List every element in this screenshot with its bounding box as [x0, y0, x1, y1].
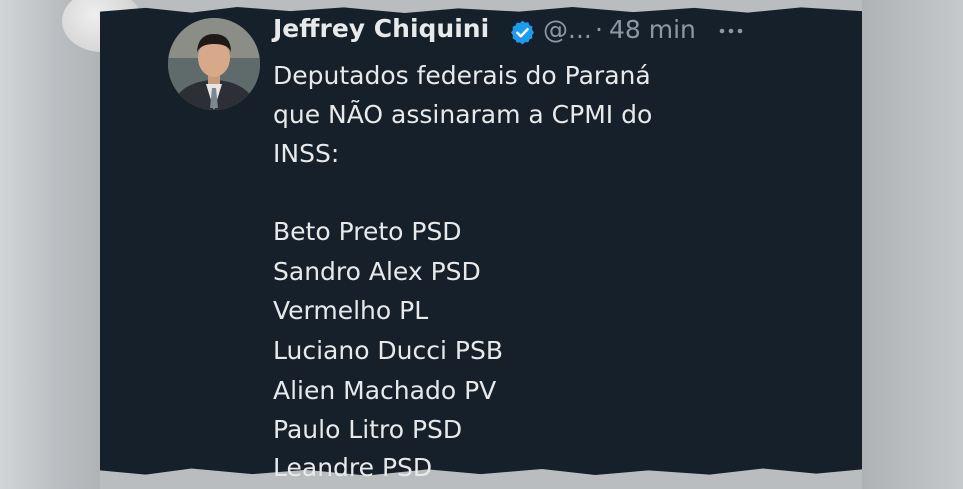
author-name[interactable]: Jeffrey Chiquini	[273, 14, 489, 43]
tweet-text-line: Vermelho PL	[273, 296, 429, 325]
tweet-timestamp[interactable]: 48 min	[609, 15, 696, 44]
verified-badge-icon	[511, 20, 534, 45]
author-avatar[interactable]	[168, 18, 260, 110]
tweet-text-line: INSS:	[273, 139, 340, 168]
tweet-text-line: Luciano Ducci PSB	[273, 336, 504, 365]
tweet-text-line: que NÃO assinaram a CPMI do	[273, 100, 653, 129]
author-handle[interactable]: @...	[543, 15, 592, 44]
tweet-text-line: Paulo Litro PSD	[273, 415, 463, 444]
tweet-text-line: Beto Preto PSD	[273, 217, 462, 246]
tweet-text-line: Sandro Alex PSD	[273, 257, 481, 286]
more-options-icon[interactable]	[718, 24, 744, 38]
tweet-text-line: Alien Machado PV	[273, 376, 497, 405]
tweet-text-line: Leandre PSD	[273, 453, 433, 482]
background-left	[0, 0, 100, 489]
meta-separator: ·	[595, 15, 603, 44]
avatar-image	[168, 18, 260, 110]
background-right	[862, 0, 963, 489]
tweet-text-line: Deputados federais do Paraná	[273, 61, 651, 90]
